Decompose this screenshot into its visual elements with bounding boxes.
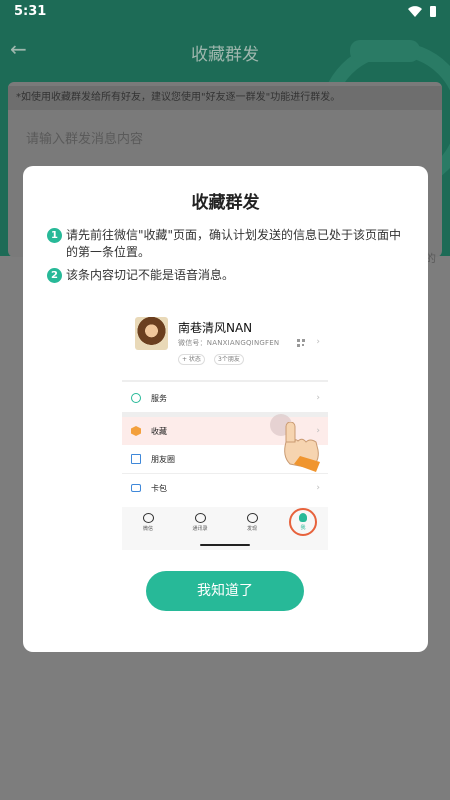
chevron-right-icon: › bbox=[316, 337, 320, 347]
friends-chip: 3个朋友 bbox=[214, 354, 244, 365]
step-2: 2 该条内容切记不能是语音消息。 bbox=[47, 267, 407, 284]
tab-me: 我 bbox=[289, 508, 317, 536]
qr-code-icon bbox=[297, 339, 305, 347]
instruction-dialog: 收藏群发 1 请先前往微信"收藏"页面，确认计划发送的信息已处于该页面中的第一条… bbox=[23, 166, 428, 652]
step-text: 请先前往微信"收藏"页面，确认计划发送的信息已处于该页面中的第一条位置。 bbox=[66, 228, 402, 259]
battery-icon bbox=[430, 5, 436, 17]
wifi-icon bbox=[408, 5, 422, 17]
status-chip: + 状态 bbox=[178, 354, 205, 365]
card-wallet-icon bbox=[131, 484, 141, 492]
notice-banner: *如使用收藏群发给所有好友，建议您使用"好友逐一群发"功能进行群发。 bbox=[8, 86, 442, 110]
dialog-title: 收藏群发 bbox=[191, 193, 260, 213]
home-indicator bbox=[200, 544, 250, 546]
compass-icon bbox=[246, 513, 258, 523]
avatar bbox=[135, 317, 168, 350]
chat-bubble-icon bbox=[142, 513, 154, 523]
chevron-right-icon: › bbox=[316, 393, 320, 403]
menu-label: 朋友圈 bbox=[151, 454, 175, 464]
wechat-id: 微信号：NANXIANGQINGFEN bbox=[178, 339, 280, 347]
pointing-hand-icon bbox=[284, 422, 320, 472]
status-bar: 5:31 bbox=[0, 0, 450, 22]
step-text: 该条内容切记不能是语音消息。 bbox=[66, 268, 235, 282]
menu-item-service: 服务 › bbox=[122, 384, 328, 412]
profile-name: 南巷清风NAN bbox=[178, 321, 253, 335]
menu-label: 收藏 bbox=[151, 426, 167, 436]
favorites-icon bbox=[131, 426, 141, 436]
status-time: 5:31 bbox=[14, 3, 47, 19]
chevron-right-icon: › bbox=[316, 483, 320, 493]
step-number-badge: 2 bbox=[47, 268, 62, 283]
contacts-icon bbox=[194, 513, 206, 523]
tab-chats: 微信 bbox=[133, 513, 163, 532]
person-icon bbox=[299, 513, 307, 522]
moments-icon bbox=[131, 454, 141, 464]
page-title: 收藏群发 bbox=[191, 45, 259, 65]
menu-label: 服务 bbox=[151, 393, 167, 403]
wechat-illustration: 南巷清风NAN 微信号：NANXIANGQINGFEN › + 状态 3个朋友 … bbox=[122, 312, 328, 550]
divider bbox=[122, 380, 328, 382]
profile-section: 南巷清风NAN 微信号：NANXIANGQINGFEN › + 状态 3个朋友 bbox=[122, 312, 328, 380]
step-number-badge: 1 bbox=[47, 228, 62, 243]
menu-item-card-wallet: 卡包 › bbox=[122, 474, 328, 502]
got-it-button[interactable]: 我知道了 bbox=[146, 571, 304, 611]
message-input-placeholder[interactable]: 请输入群发消息内容 bbox=[26, 128, 143, 147]
tab-contacts: 通讯录 bbox=[185, 513, 215, 532]
step-1: 1 请先前往微信"收藏"页面，确认计划发送的信息已处于该页面中的第一条位置。 bbox=[47, 227, 407, 261]
service-icon bbox=[131, 393, 141, 403]
menu-label: 卡包 bbox=[151, 483, 167, 493]
tab-discover: 发现 bbox=[237, 513, 267, 532]
